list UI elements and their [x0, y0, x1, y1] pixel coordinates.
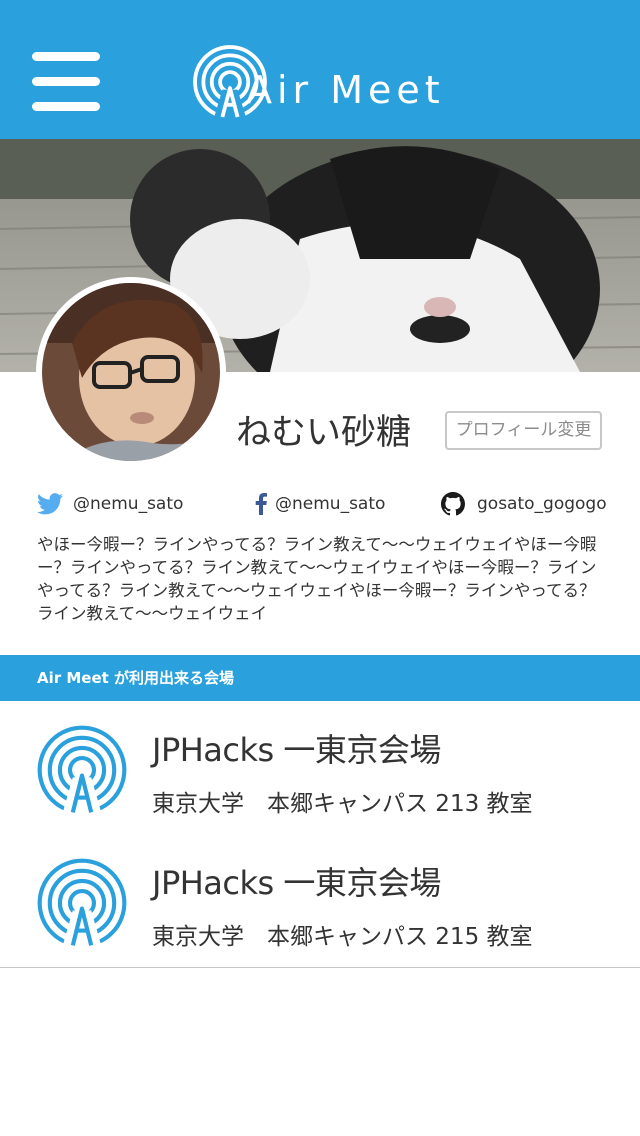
edit-profile-button[interactable]: プロフィール変更 — [445, 411, 602, 450]
facebook-handle: @nemu_sato — [275, 494, 386, 514]
venue-name: JPHacks 一東京会場 — [152, 731, 441, 769]
menu-bar — [32, 102, 100, 111]
facebook-icon — [255, 493, 267, 515]
app-header: Air Meet — [0, 0, 640, 139]
user-name: ねむい砂糖 — [236, 413, 412, 453]
avatar — [36, 277, 226, 467]
app-logo: Air Meet — [192, 44, 442, 124]
venues-section-title: Air Meet が利用出来る会場 — [0, 655, 640, 701]
twitter-icon — [37, 493, 63, 515]
app-name: Air Meet — [246, 68, 445, 112]
github-link[interactable]: gosato_gogogo — [441, 489, 607, 519]
menu-bar — [32, 77, 100, 86]
venue-location: 東京大学 本郷キャンパス 213 教室 — [152, 791, 533, 817]
github-icon — [441, 492, 465, 516]
profile-bio: やほー今暇ー？ラインやってる？ライン教えて〜〜ウェイウェイやほー今暇ー？ラインや… — [37, 535, 597, 623]
menu-bar — [32, 52, 100, 61]
twitter-handle: @nemu_sato — [73, 494, 184, 514]
venue-list-item[interactable]: JPHacks 一東京会場 東京大学 本郷キャンパス 215 教室 — [0, 834, 640, 968]
venue-list-item[interactable]: JPHacks 一東京会場 東京大学 本郷キャンパス 213 教室 — [0, 701, 640, 835]
hamburger-menu-icon[interactable] — [32, 52, 100, 112]
facebook-link[interactable]: @nemu_sato — [255, 489, 385, 519]
broadcast-signal-icon — [37, 858, 127, 949]
venue-location: 東京大学 本郷キャンパス 215 教室 — [152, 924, 533, 950]
twitter-link[interactable]: @nemu_sato — [37, 489, 183, 519]
github-handle: gosato_gogogo — [477, 494, 607, 514]
venue-name: JPHacks 一東京会場 — [152, 864, 441, 902]
broadcast-signal-icon — [37, 725, 127, 816]
